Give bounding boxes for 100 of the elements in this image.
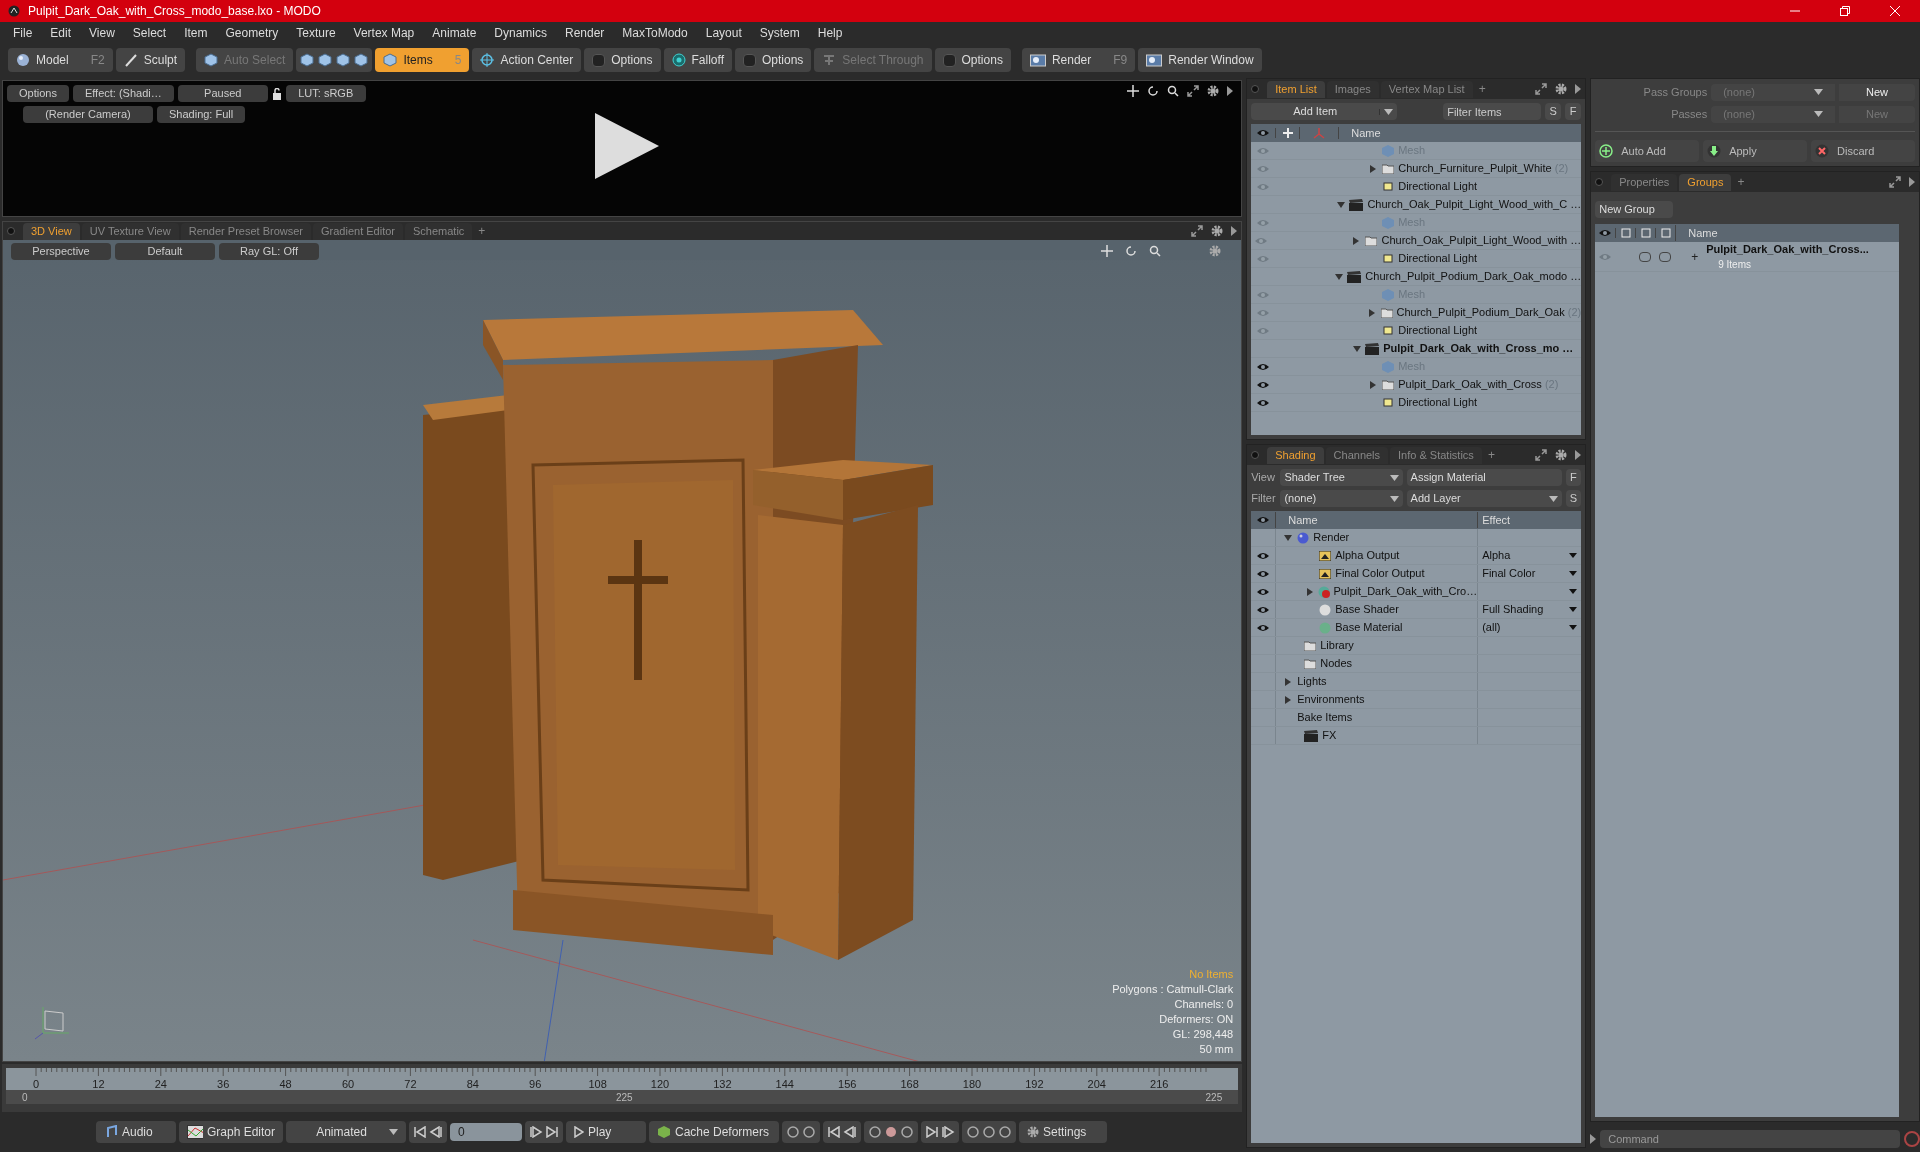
panel-tab[interactable]: Info & Statistics [1390, 447, 1482, 464]
column-header[interactable]: Name [1339, 124, 1381, 142]
add-layer-dropdown[interactable]: Add Layer [1406, 490, 1562, 507]
panel-menu-icon[interactable] [1575, 84, 1582, 94]
new-pass-button[interactable]: New [1839, 83, 1915, 101]
expand-arrow-icon[interactable] [1352, 236, 1361, 245]
maximize-icon[interactable] [1191, 225, 1204, 237]
menu-item[interactable]: Vertex Map [344, 24, 424, 42]
expand-arrow-icon[interactable] [1369, 164, 1378, 173]
timeline-ruler[interactable]: 0 12 24 36 48 60 72 84 96 108 120 132 144 156 168 180 192 204 216 [6, 1068, 1239, 1090]
filter-items-field[interactable]: Filter Items [1443, 103, 1542, 120]
view-dropdown[interactable]: Shader Tree [1280, 469, 1403, 486]
shader-tree-row[interactable]: Environments [1297, 691, 1365, 708]
maximize-icon[interactable] [1889, 176, 1901, 188]
viewport-option-button[interactable]: Options [7, 85, 69, 102]
toolbar-button[interactable]: Sculpt [115, 48, 186, 72]
transport-button[interactable]: Settings [1019, 1121, 1107, 1143]
scene-item[interactable]: Church_Pulpit_Podium_Dark_Oak_modo … [1365, 268, 1582, 285]
maximize-icon[interactable] [1535, 449, 1548, 461]
lock-icon[interactable] [271, 87, 282, 100]
eye-icon[interactable] [1598, 228, 1613, 238]
step-frame-icon[interactable] [827, 1126, 841, 1138]
viewport-option-button[interactable]: LUT: sRGB [285, 85, 366, 102]
panel-tab[interactable]: Render Preset Browser [180, 223, 311, 240]
step-frame-icon[interactable] [941, 1126, 955, 1138]
column-header[interactable]: Name [1675, 224, 1718, 242]
maximize-icon[interactable] [1535, 83, 1548, 95]
shader-tree-row[interactable]: Nodes [1320, 655, 1352, 672]
transport-button[interactable]: Audio [96, 1121, 176, 1143]
step-frame-icon[interactable] [545, 1126, 559, 1138]
column-header[interactable]: Name [1275, 511, 1479, 529]
settings-icon[interactable] [1555, 83, 1568, 95]
menu-item[interactable]: File [4, 24, 42, 42]
panel-tab[interactable]: Properties [1611, 174, 1678, 191]
record-icon[interactable] [884, 1125, 898, 1139]
toolbar-button[interactable]: Items 5 [375, 48, 470, 72]
item-row[interactable]: Directional Light [1398, 178, 1478, 195]
checkbox[interactable] [1639, 251, 1652, 262]
item-row[interactable]: Directional Light [1398, 394, 1478, 411]
toolbar-button[interactable]: Options [735, 48, 812, 72]
menu-item[interactable]: Texture [287, 24, 345, 42]
menu-item[interactable]: Edit [41, 24, 81, 42]
restore-icon[interactable] [1840, 6, 1850, 16]
shader-tree-row[interactable]: Final Color Output [1335, 565, 1425, 582]
toolbar-button[interactable]: Options [934, 48, 1011, 72]
panel-handle-icon[interactable] [1595, 178, 1604, 186]
settings-icon[interactable] [1207, 85, 1220, 97]
scene-item[interactable]: Church_Oak_Pulpit_Light_Wood_with_C … [1367, 196, 1582, 213]
new-group-button[interactable]: New Group [1595, 200, 1674, 218]
viewport-option-button[interactable]: Perspective [11, 242, 111, 260]
close-icon[interactable] [1890, 6, 1900, 16]
command-field[interactable]: Command [1600, 1130, 1900, 1148]
viewport-option-button[interactable]: Default [115, 242, 215, 260]
menu-item[interactable]: Geometry [216, 24, 288, 42]
viewport-option-button[interactable]: Paused [177, 85, 268, 102]
shader-tree-row[interactable]: Library [1320, 637, 1354, 654]
panel-tab[interactable]: Vertex Map List [1380, 81, 1473, 98]
panel-tab[interactable]: Shading [1267, 447, 1324, 464]
add-item-dropdown[interactable]: Add Item [1251, 103, 1398, 120]
current-frame-field[interactable]: 0 [450, 1123, 522, 1141]
panel-handle-icon[interactable] [7, 227, 15, 235]
panel-tab[interactable]: Gradient Editor [313, 223, 403, 240]
pass-action-button[interactable]: Auto Add [1595, 140, 1700, 162]
scene-item[interactable]: Pulpit_Dark_Oak_with_Cross_mo … [1383, 340, 1574, 357]
item-row[interactable]: Church_Oak_Pulpit_Light_Wood_with … [1381, 232, 1582, 249]
move-icon[interactable] [1127, 85, 1140, 97]
menu-item[interactable]: View [80, 24, 124, 42]
panel-menu-icon[interactable] [1231, 226, 1238, 236]
add-tab-button[interactable]: + [1483, 446, 1499, 464]
effect-value[interactable]: (all) [1482, 619, 1501, 636]
step-frame-icon[interactable] [413, 1126, 427, 1138]
item-row[interactable]: Directional Light [1398, 250, 1478, 267]
effect-value[interactable]: Full Shading [1482, 601, 1544, 618]
eye-icon[interactable] [1256, 361, 1271, 372]
panel-tab[interactable]: Groups [1679, 174, 1732, 191]
menu-item[interactable]: Render [556, 24, 614, 42]
panel-toggle-button[interactable]: F [1565, 469, 1582, 486]
dropdown-arrow-icon[interactable] [1569, 625, 1578, 630]
shader-tree-row[interactable]: Render [1313, 529, 1350, 546]
group-name[interactable]: Pulpit_Dark_Oak_with_Cross... [1706, 240, 1869, 258]
panel-menu-icon[interactable] [1590, 1134, 1597, 1144]
eye-icon[interactable] [1256, 622, 1271, 633]
play-icon[interactable] [593, 113, 659, 179]
toolbar-button[interactable]: Falloff [663, 48, 732, 72]
filter-toggle-button[interactable]: S [1545, 103, 1562, 120]
viewport-option-button[interactable]: Effect: (Shadi… [72, 85, 174, 102]
expand-arrow-icon[interactable] [1367, 308, 1376, 317]
expand-arrow-icon[interactable] [1306, 587, 1315, 596]
filter-dropdown[interactable]: (none) [1280, 490, 1403, 507]
viewport-option-button[interactable]: Shading: Full [157, 106, 245, 123]
pass-action-button[interactable]: Discard [1811, 140, 1915, 162]
panel-tab[interactable]: Item List [1267, 81, 1325, 98]
menu-item[interactable]: System [750, 24, 809, 42]
eye-icon[interactable] [1256, 568, 1271, 579]
filter-toggle-button[interactable]: F [1565, 103, 1582, 120]
panel-menu-icon[interactable] [1227, 86, 1234, 96]
panel-tab[interactable]: Schematic [405, 223, 473, 240]
panel-menu-icon[interactable] [1909, 177, 1915, 187]
expand-button[interactable]: + [1691, 247, 1699, 266]
step-frame-icon[interactable] [429, 1126, 443, 1138]
